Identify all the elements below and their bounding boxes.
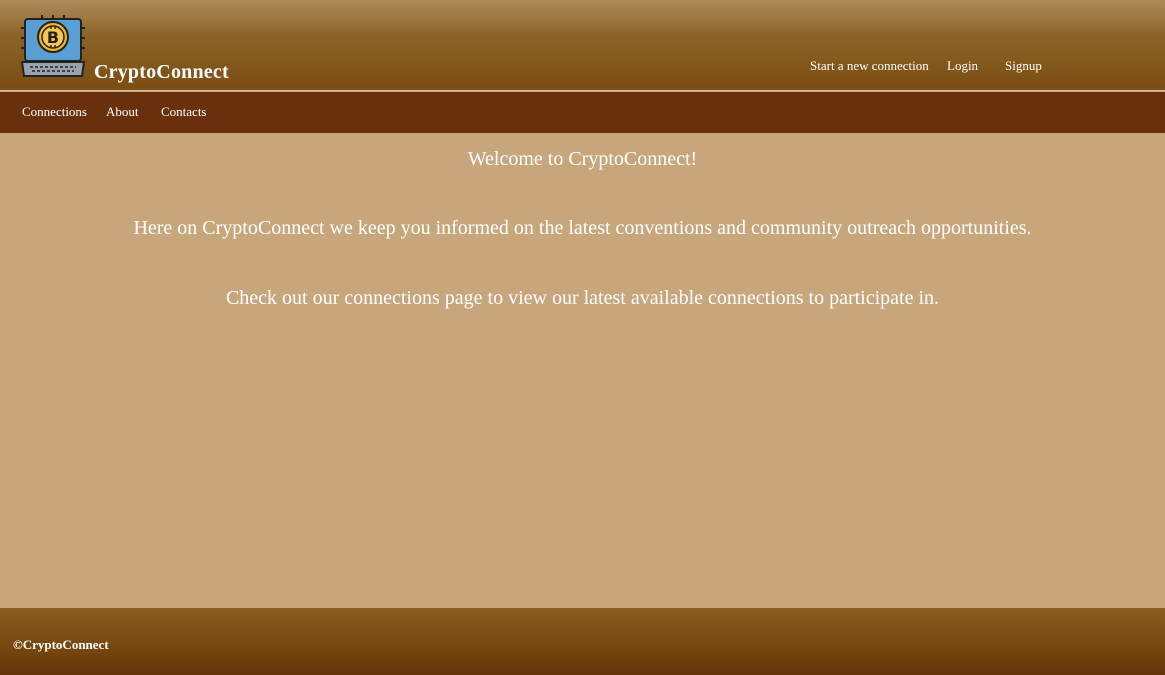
site-header: B CryptoConnect Start a new connection L… [0, 0, 1165, 91]
footer-copyright: ©CryptoConnect [13, 637, 109, 652]
new-connection-link[interactable]: Start a new connection [810, 58, 929, 74]
svg-text:B: B [47, 28, 59, 47]
login-link[interactable]: Login [947, 58, 978, 74]
nav-item-connections[interactable]: Connections [22, 104, 87, 120]
nav-item-contacts[interactable]: Contacts [161, 104, 207, 120]
site-footer: ©CryptoConnect [0, 608, 1165, 675]
intro-text: Here on CryptoConnect we keep you inform… [133, 217, 1032, 239]
bitcoin-laptop-icon[interactable]: B [20, 14, 86, 80]
welcome-heading: Welcome to CryptoConnect! [467, 148, 698, 170]
nav-item-about[interactable]: About [106, 104, 139, 120]
signup-link[interactable]: Signup [1005, 58, 1042, 74]
main-content: Welcome to CryptoConnect! Here on Crypto… [0, 133, 1165, 608]
brand-name[interactable]: CryptoConnect [94, 61, 229, 84]
cta-text: Check out our connections page to view o… [225, 287, 940, 309]
main-nav: Connections About Contacts [0, 92, 1165, 133]
